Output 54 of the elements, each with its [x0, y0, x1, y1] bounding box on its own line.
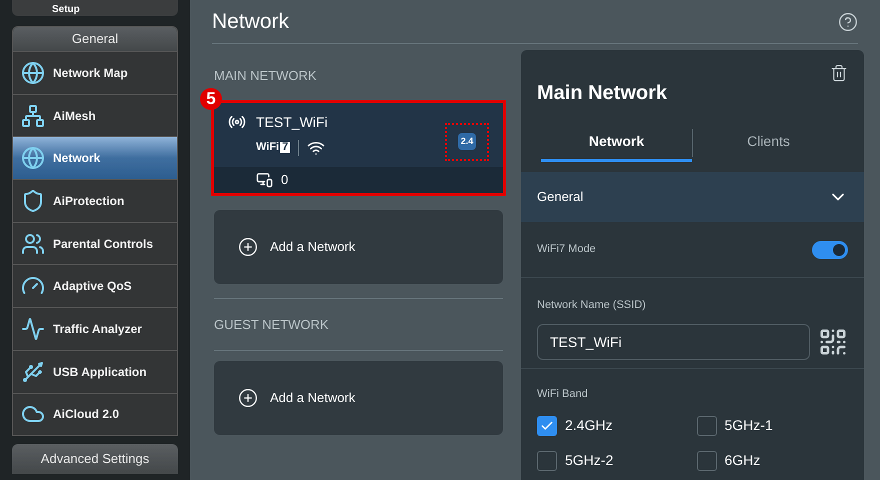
checkbox[interactable] [696, 416, 716, 436]
setting-label: Network Name (SSID) [537, 299, 646, 311]
wifi-logo: WiFi 7 [256, 140, 290, 156]
section-heading: GUEST NETWORK [214, 298, 503, 351]
checkbox[interactable] [696, 450, 716, 470]
sidebar-item[interactable]: Network Map [13, 51, 177, 94]
checkbox[interactable] [537, 416, 557, 436]
setting-label: WiFi7 Mode [537, 242, 596, 258]
network-name: TEST_WiFi [256, 112, 328, 132]
help-icon[interactable] [838, 12, 858, 32]
sidebar-item[interactable]: Parental Controls [13, 222, 177, 264]
sidebar-item[interactable]: USB Application [13, 350, 177, 392]
client-count: 0 [281, 170, 288, 189]
add-network-button[interactable]: Add a Network [214, 361, 503, 435]
shield-icon [21, 188, 45, 213]
plus-icon [238, 388, 258, 408]
sidebar-item[interactable]: Adaptive QoS [13, 264, 177, 308]
activity-icon [21, 316, 45, 341]
sidebar-item[interactable]: AiCloud 2.0 [13, 392, 177, 436]
people-icon [21, 232, 45, 256]
sidebar-item[interactable]: AiMesh [13, 94, 177, 136]
globe-icon [21, 60, 45, 85]
network-icon [21, 104, 45, 128]
broadcast-icon [228, 113, 246, 131]
tab[interactable]: Network [541, 124, 692, 162]
page-title: Network [212, 8, 290, 35]
section-row[interactable]: General [521, 172, 864, 222]
plus-icon [238, 236, 258, 256]
step-badge: 5 [200, 88, 222, 110]
check-icon [540, 418, 554, 432]
tab[interactable]: Clients [693, 124, 844, 162]
sidebar-item[interactable]: Network [13, 136, 177, 180]
sidebar-item[interactable]: Setup [52, 4, 80, 16]
checkbox-label: 5GHz-1 [724, 416, 773, 435]
globe-icon [21, 146, 45, 170]
checkbox-label: 2.4GHz [565, 416, 612, 435]
input-field[interactable]: TEST_WiFi [537, 324, 810, 360]
band-badge: 2.4 [458, 132, 476, 150]
usb-icon [21, 360, 45, 384]
section-heading: MAIN NETWORK [214, 67, 318, 85]
trash-icon[interactable] [830, 64, 848, 82]
panel-title: Main Network [537, 81, 668, 106]
section-header: Advanced Settings [12, 444, 178, 474]
sidebar-item[interactable]: AiProtection [13, 179, 177, 222]
checkbox-label: 5GHz-2 [565, 451, 614, 470]
checkbox[interactable] [537, 450, 557, 470]
devices-icon [256, 171, 273, 188]
add-network-button[interactable]: Add a Network [214, 210, 503, 284]
setting-label: WiFi Band [537, 388, 588, 400]
section-header: General [13, 27, 177, 51]
toggle-switch[interactable] [812, 240, 848, 258]
sidebar-item[interactable]: Traffic Analyzer [13, 307, 177, 350]
checkbox-label: 6GHz [724, 451, 760, 470]
qr-code-icon[interactable] [818, 327, 848, 357]
